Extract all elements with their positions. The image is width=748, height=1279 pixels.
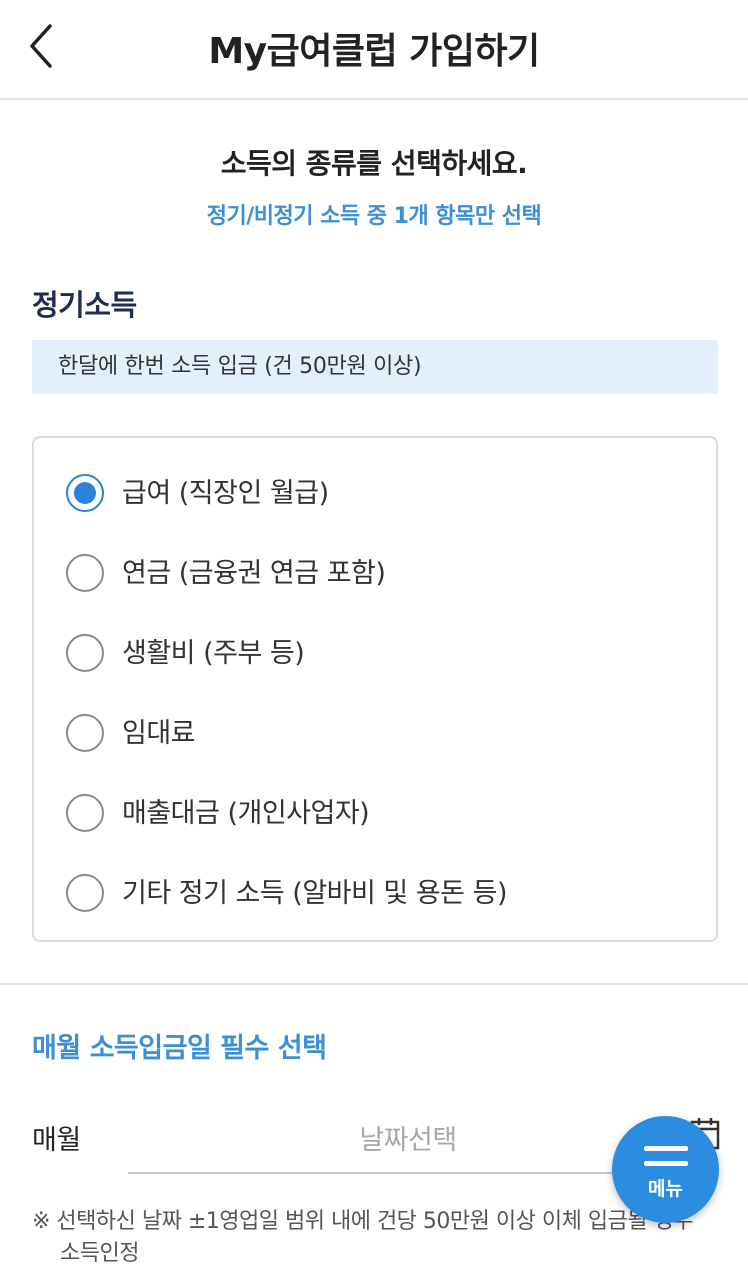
menu-button[interactable]: 메뉴 [612,1116,719,1223]
radio-button[interactable] [66,874,104,912]
option-label: 매출대금 (개인사업자) [122,798,370,829]
option-label: 기타 정기 소득 (알바비 및 용돈 등) [122,878,507,909]
regular-income-title: 정기소득 [32,288,137,322]
date-select-field[interactable]: 날짜선택 [128,1104,688,1174]
section-divider [0,983,748,985]
deposit-date-title: 매월 소득입금일 필수 선택 [32,1033,327,1064]
option-rent[interactable]: 임대료 [66,712,686,756]
menu-button-label: 메뉴 [648,1178,683,1200]
intro-subtitle: 정기/비정기 소득 중 1개 항목만 선택 [206,204,542,229]
option-label: 연금 (금융권 연금 포함) [122,558,386,589]
income-notice: ※ 선택하신 날짜 ±1영업일 범위 내에 건당 50만원 이상 이체 입금될 … [32,1209,694,1266]
intro-title: 소득의 종류를 선택하세요. [220,147,528,180]
radio-button[interactable] [66,634,104,672]
app-header: My급여클럽 가입하기 [0,0,748,100]
menu-icon [644,1146,688,1168]
radio-button[interactable] [66,714,104,752]
monthly-label: 매월 [32,1125,81,1156]
option-pension[interactable]: 연금 (금융권 연금 포함) [66,552,686,596]
option-salary[interactable]: 급여 (직장인 월급) [66,472,686,516]
option-sales-revenue[interactable]: 매출대금 (개인사업자) [66,792,686,836]
radio-button[interactable] [66,554,104,592]
regular-income-info: 한달에 한번 소득 입금 (건 50만원 이상) [32,340,718,394]
option-label: 생활비 (주부 등) [122,638,305,669]
option-label: 급여 (직장인 월급) [122,478,329,509]
page-title: My급여클럽 가입하기 [208,31,540,72]
radio-button[interactable] [66,794,104,832]
date-placeholder: 날짜선택 [359,1125,457,1156]
option-living-expenses[interactable]: 생활비 (주부 등) [66,632,686,676]
option-label: 임대료 [122,718,196,749]
option-other-regular[interactable]: 기타 정기 소득 (알바비 및 용돈 등) [66,872,686,916]
income-options-card: 급여 (직장인 월급) 연금 (금융권 연금 포함) 생활비 (주부 등) 임대… [32,436,718,942]
radio-button[interactable] [66,474,104,512]
